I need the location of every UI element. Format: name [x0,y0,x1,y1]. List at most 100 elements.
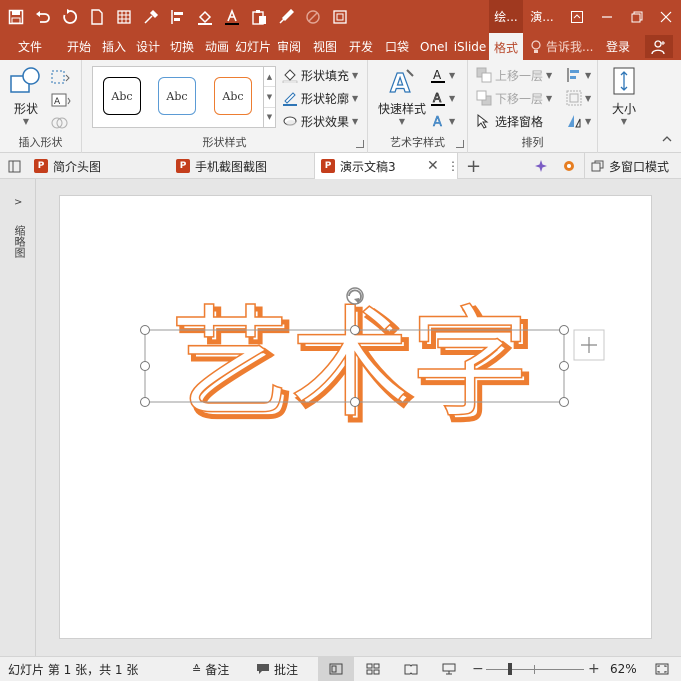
redo-icon[interactable] [58,5,82,29]
font-color-icon[interactable] [220,5,244,29]
tab-home[interactable]: 开始 [62,33,96,60]
multi-window-mode-button[interactable]: 多窗口模式 [584,153,680,179]
comments-button[interactable]: 批注 [256,657,298,681]
ribbon-display-icon[interactable] [562,0,592,33]
brush-icon[interactable] [274,5,298,29]
size-button[interactable]: 大小 ▼ [604,66,644,126]
resize-handle-bottom-left[interactable] [140,397,150,407]
shape-fill-button[interactable]: 形状填充 ▼ [282,64,358,86]
shape-outline-button[interactable]: 形状轮廓 ▼ [282,87,358,109]
minimize-icon[interactable] [592,0,622,33]
settings-gear-icon[interactable] [556,153,582,179]
tab-review[interactable]: 审阅 [272,33,306,60]
resize-handle-left[interactable] [140,361,150,371]
doc-tab-intro[interactable]: P 简介头图 [28,153,168,179]
restore-icon[interactable] [622,0,652,33]
group-size: 大小 ▼ [598,60,648,153]
style-swatch-orange[interactable]: Abc [214,77,252,115]
style-swatch-blue[interactable]: Abc [158,77,196,115]
style-swatch-black[interactable]: Abc [103,77,141,115]
close-tab-icon[interactable]: ✕ [427,158,439,174]
zoom-slider[interactable] [486,657,584,681]
shape-styles-launcher-icon[interactable] [356,140,364,148]
notes-button[interactable]: ≙ 备注 [192,657,229,681]
normal-view-icon[interactable] [318,657,354,681]
zoom-level[interactable]: 62% [610,657,637,681]
disabled-icon [301,5,325,29]
tab-format[interactable]: 格式 [489,33,523,60]
slide-canvas[interactable]: 艺术字 艺术字 [60,196,651,638]
paste-icon[interactable] [247,5,271,29]
layout-options-button[interactable] [573,329,605,361]
text-fill-button[interactable]: A ▼ [430,64,455,86]
send-backward-label: 下移一层 [495,91,544,106]
resize-handle-bottom[interactable] [350,397,360,407]
zoom-slider-thumb[interactable] [508,663,512,675]
gallery-scroll[interactable]: ▲ ▼ ▼ [263,67,275,127]
slideshow-icon[interactable] [434,657,464,681]
fill-icon[interactable] [193,5,217,29]
align-icon[interactable] [166,5,190,29]
thumbnail-label[interactable]: 缩略图 [12,225,26,258]
gallery-up-icon[interactable]: ▲ [264,67,275,88]
doc-tab-presentation3[interactable]: P 演示文稿3 ✕ ⋮ [314,153,459,179]
chevron-down-icon: ▼ [352,116,359,126]
text-box-button[interactable]: A [50,89,72,111]
tab-slideshow[interactable]: 幻灯片 [236,33,270,60]
resize-handle-top-right[interactable] [559,325,569,335]
drawing-tools-context-tab[interactable]: 绘... [489,0,523,33]
resize-handle-right[interactable] [559,361,569,371]
magic-wand-icon[interactable] [528,153,554,179]
reading-view-icon[interactable] [396,657,426,681]
tab-onenote[interactable]: OneI [416,33,452,60]
tab-file[interactable]: 文件 [8,33,52,60]
tab-insert[interactable]: 插入 [98,33,130,60]
share-button[interactable] [645,35,673,58]
quick-styles-button[interactable]: A 快速样式 ▼ [372,66,432,126]
resize-handle-top[interactable] [350,325,360,335]
new-tab-icon[interactable]: + [460,153,486,179]
tab-design[interactable]: 设计 [132,33,164,60]
gallery-down-icon[interactable]: ▼ [264,87,275,108]
align-button[interactable]: ▼ [566,64,591,86]
save-icon[interactable] [4,5,28,29]
tab-pocket[interactable]: 口袋 [380,33,414,60]
crop-icon[interactable] [328,5,352,29]
fit-to-window-icon[interactable] [650,657,674,681]
zoom-out-icon[interactable]: − [472,657,484,681]
edit-shape-button[interactable] [50,66,72,88]
shape-button[interactable]: 形状 ▼ [6,66,46,126]
expand-panel-icon[interactable]: > [14,197,22,208]
tab-animations[interactable]: 动画 [200,33,234,60]
new-icon[interactable] [85,5,109,29]
doc-tab-phone-screenshot[interactable]: P 手机截图截图 [170,153,312,179]
zoom-in-icon[interactable]: + [588,657,600,681]
rotate-button[interactable]: ▼ [566,110,591,132]
text-effects-button[interactable]: A ▼ [430,110,455,132]
selection-pane-button[interactable]: 选择窗格 [476,110,543,132]
tab-transitions[interactable]: 切换 [166,33,198,60]
close-icon[interactable] [651,0,681,33]
slide-sorter-icon[interactable] [358,657,388,681]
text-outline-button[interactable]: A ▼ [430,87,455,109]
group-label-shape-styles: 形状样式 [202,136,247,149]
tab-developer[interactable]: 开发 [344,33,378,60]
shape-effects-button[interactable]: 形状效果 ▼ [282,110,358,132]
tell-me-box[interactable]: 告诉我... [530,33,593,60]
resize-handle-top-left[interactable] [140,325,150,335]
undo-icon[interactable] [31,5,55,29]
resize-handle-bottom-right[interactable] [559,397,569,407]
wordart-styles-launcher-icon[interactable] [456,140,464,148]
tab-list-icon[interactable] [0,153,26,179]
rotate-handle-icon[interactable] [346,287,364,305]
gallery-more-icon[interactable]: ▼ [264,108,275,127]
eyedropper-icon[interactable] [139,5,163,29]
tab-menu-icon[interactable]: ⋮ [447,159,459,173]
wordart-text[interactable]: 艺术字 [169,294,531,435]
chevron-down-icon: ▼ [398,117,406,126]
grid-icon[interactable] [112,5,136,29]
login-link[interactable]: 登录 [606,33,630,60]
tab-islide[interactable]: iSlide [452,33,488,60]
collapse-ribbon-icon[interactable] [662,128,672,150]
tab-view[interactable]: 视图 [308,33,342,60]
